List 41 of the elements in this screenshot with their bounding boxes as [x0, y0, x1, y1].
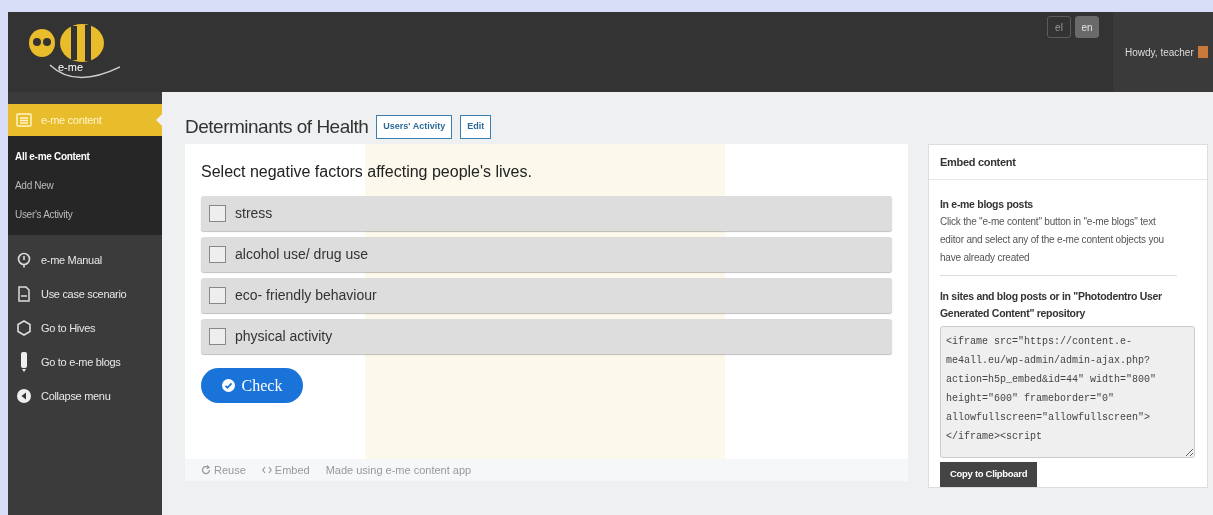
checkbox[interactable]: [209, 205, 226, 222]
checkbox[interactable]: [209, 287, 226, 304]
submenu-item[interactable]: All e-me Content: [8, 142, 162, 171]
avatar-placeholder: [1197, 46, 1208, 58]
answer-option[interactable]: eco- friendly behaviour: [201, 278, 892, 313]
info-icon: [16, 252, 32, 268]
sidebar-item[interactable]: Go to Hives: [8, 311, 162, 345]
question-text: Select negative factors affecting people's lives.: [201, 162, 533, 182]
sidebar-item[interactable]: e-me Manual: [8, 243, 162, 277]
collapse-icon: [16, 388, 32, 404]
answer-option[interactable]: alcohol use/ drug use: [201, 237, 892, 272]
checkmark-circle-icon: [221, 379, 235, 392]
submenu-item[interactable]: Add New: [8, 171, 162, 200]
copy-button[interactable]: Copy to Clipboard: [940, 462, 1038, 487]
list-icon: [16, 112, 32, 128]
section-heading: In e-me blogs posts: [940, 197, 1034, 212]
embed-code-field[interactable]: <iframe src="https://content.e-me4all.eu/wp-admin/admin-ajax.php?action=h5p_embed&id=44" width="800" height="600" frameborder="0" allowfullscreen="allowfullscreen"></iframe><script: [940, 326, 1195, 458]
page-title: Determinants of Health: [185, 114, 369, 139]
sidebar-item[interactable]: Collapse menu: [8, 379, 162, 413]
panel-title: Embed content: [929, 145, 1207, 180]
document-icon: [16, 286, 32, 302]
checkbox[interactable]: [209, 328, 226, 345]
logo-text: e-me: [58, 59, 84, 75]
code-icon: [261, 466, 272, 474]
submenu-item[interactable]: User's Activity: [8, 200, 162, 229]
sidebar-item[interactable]: Use case scenario: [8, 277, 162, 311]
header-button[interactable]: Users' Activity: [376, 115, 453, 139]
section-text: Click the "e-me content" button in "e-me blogs" text editor and select any of the e-me content objects you have already created: [940, 215, 1165, 265]
section-heading: In sites and blog posts or in "Photodentro User Generated Content" repository: [940, 289, 1163, 321]
answer-option[interactable]: stress: [201, 196, 892, 231]
language-button[interactable]: en: [1075, 16, 1099, 38]
sidebar-item[interactable]: Go to e-me blogs: [8, 345, 162, 379]
pencil-icon: [20, 351, 28, 373]
header-button[interactable]: Edit: [460, 115, 492, 139]
check-button[interactable]: Check: [201, 368, 303, 403]
hexagon-icon: [16, 320, 32, 336]
greeting-text: Howdy, teacher: [1125, 45, 1194, 60]
checkbox[interactable]: [209, 246, 226, 263]
refresh-icon: [201, 465, 211, 475]
language-button[interactable]: el: [1047, 16, 1071, 38]
answer-option[interactable]: physical activity: [201, 319, 892, 354]
